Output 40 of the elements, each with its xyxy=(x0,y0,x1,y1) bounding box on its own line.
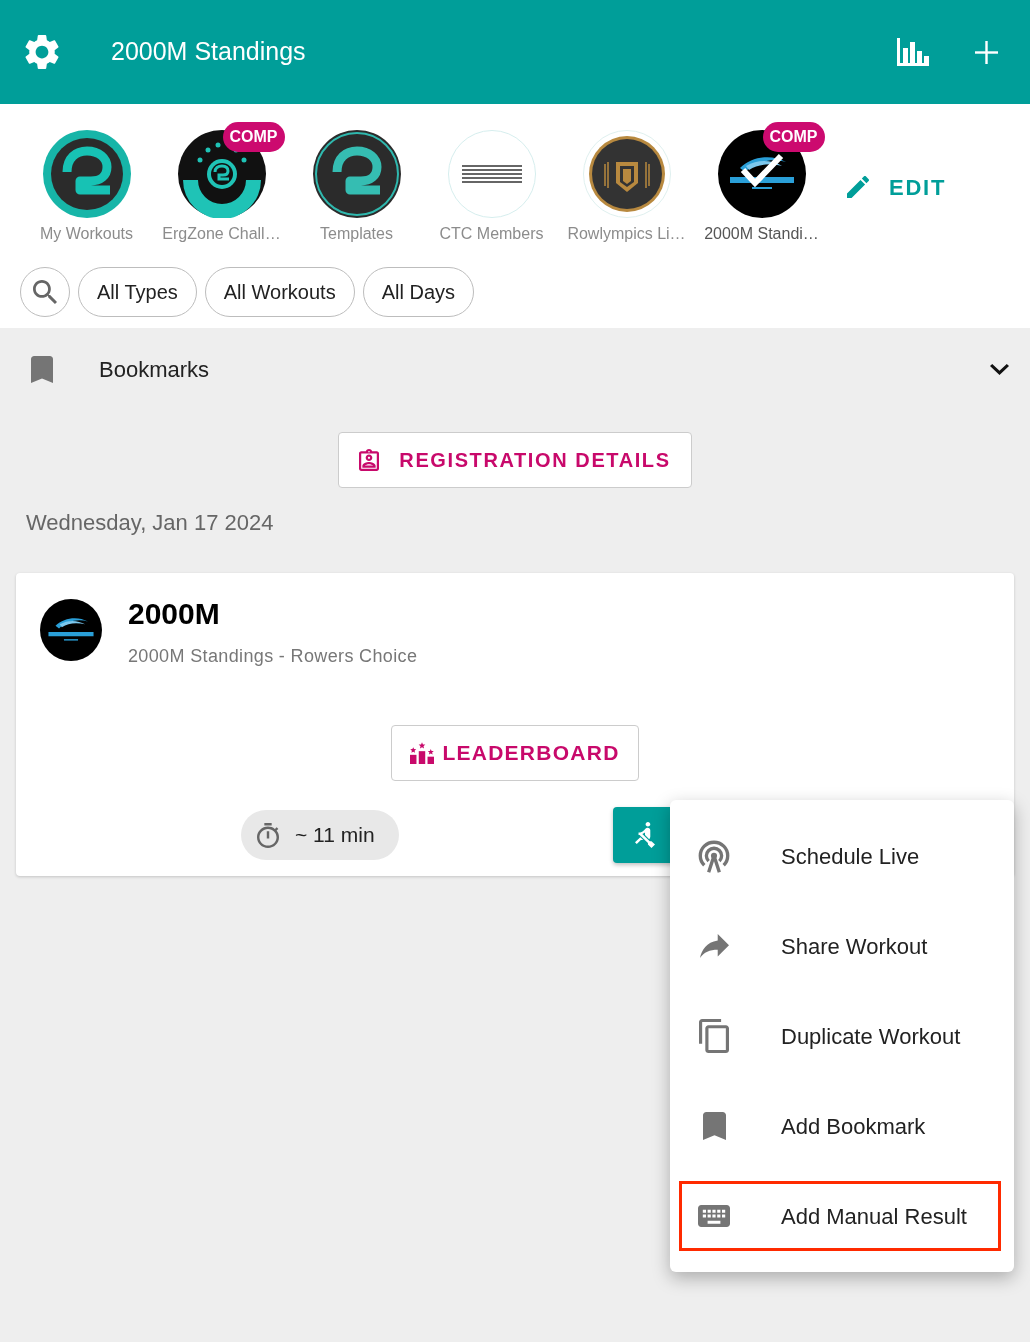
registration-details-button[interactable]: REGISTRATION DETAILS xyxy=(338,432,692,488)
avatar-icon xyxy=(40,599,102,661)
menu-item[interactable]: Duplicate Workout xyxy=(679,1001,1001,1071)
chevron-icon[interactable] xyxy=(990,363,1009,375)
duration-text: ~ 11 min xyxy=(295,822,375,849)
avatar-icon[interactable] xyxy=(582,130,671,218)
settings-icon[interactable] xyxy=(25,35,59,69)
collection-label[interactable]: 2000M Standi… xyxy=(704,224,819,244)
comp-badge: COMP xyxy=(222,122,285,152)
menu-item[interactable]: Add Manual Result xyxy=(679,1181,1001,1251)
menu-item[interactable]: Add Bookmark xyxy=(679,1091,1001,1161)
workout-subtitle: 2000M Standings - Rowers Choice xyxy=(128,645,418,668)
page-title: 2000M Standings xyxy=(111,36,306,68)
podium-stars-icon xyxy=(410,742,435,764)
clipboard-person-icon xyxy=(359,449,380,471)
menu-item[interactable]: Share Workout xyxy=(679,911,1001,981)
pencil-icon xyxy=(847,176,869,198)
share-arrow-icon xyxy=(699,934,729,958)
filter-chip[interactable]: All Days xyxy=(362,267,475,317)
bar-chart-icon[interactable] xyxy=(897,38,929,66)
search-icon xyxy=(33,280,57,304)
section-title: Bookmarks xyxy=(99,355,210,384)
keyboard-icon xyxy=(698,1205,730,1227)
add-icon[interactable] xyxy=(975,40,998,64)
broadcast-icon xyxy=(698,839,730,873)
menu-item[interactable]: Schedule Live xyxy=(679,821,1001,891)
timer-icon xyxy=(257,822,279,848)
filter-chip[interactable]: All Types xyxy=(78,267,197,317)
search-button[interactable] xyxy=(20,267,70,317)
copy-icon xyxy=(699,1019,729,1053)
bookmark-icon xyxy=(702,1112,726,1140)
avatar-icon[interactable] xyxy=(312,130,401,218)
filter-chip[interactable]: All Workouts xyxy=(204,267,355,317)
leaderboard-button[interactable]: LEADERBOARD xyxy=(391,725,639,781)
avatar-icon[interactable] xyxy=(42,130,131,218)
comp-badge: COMP xyxy=(762,122,825,152)
date-heading: Wednesday, Jan 17 2024 xyxy=(26,509,274,537)
rowing-icon xyxy=(635,822,655,848)
bookmark-icon xyxy=(31,355,53,383)
workout-title: 2000M xyxy=(128,596,220,632)
